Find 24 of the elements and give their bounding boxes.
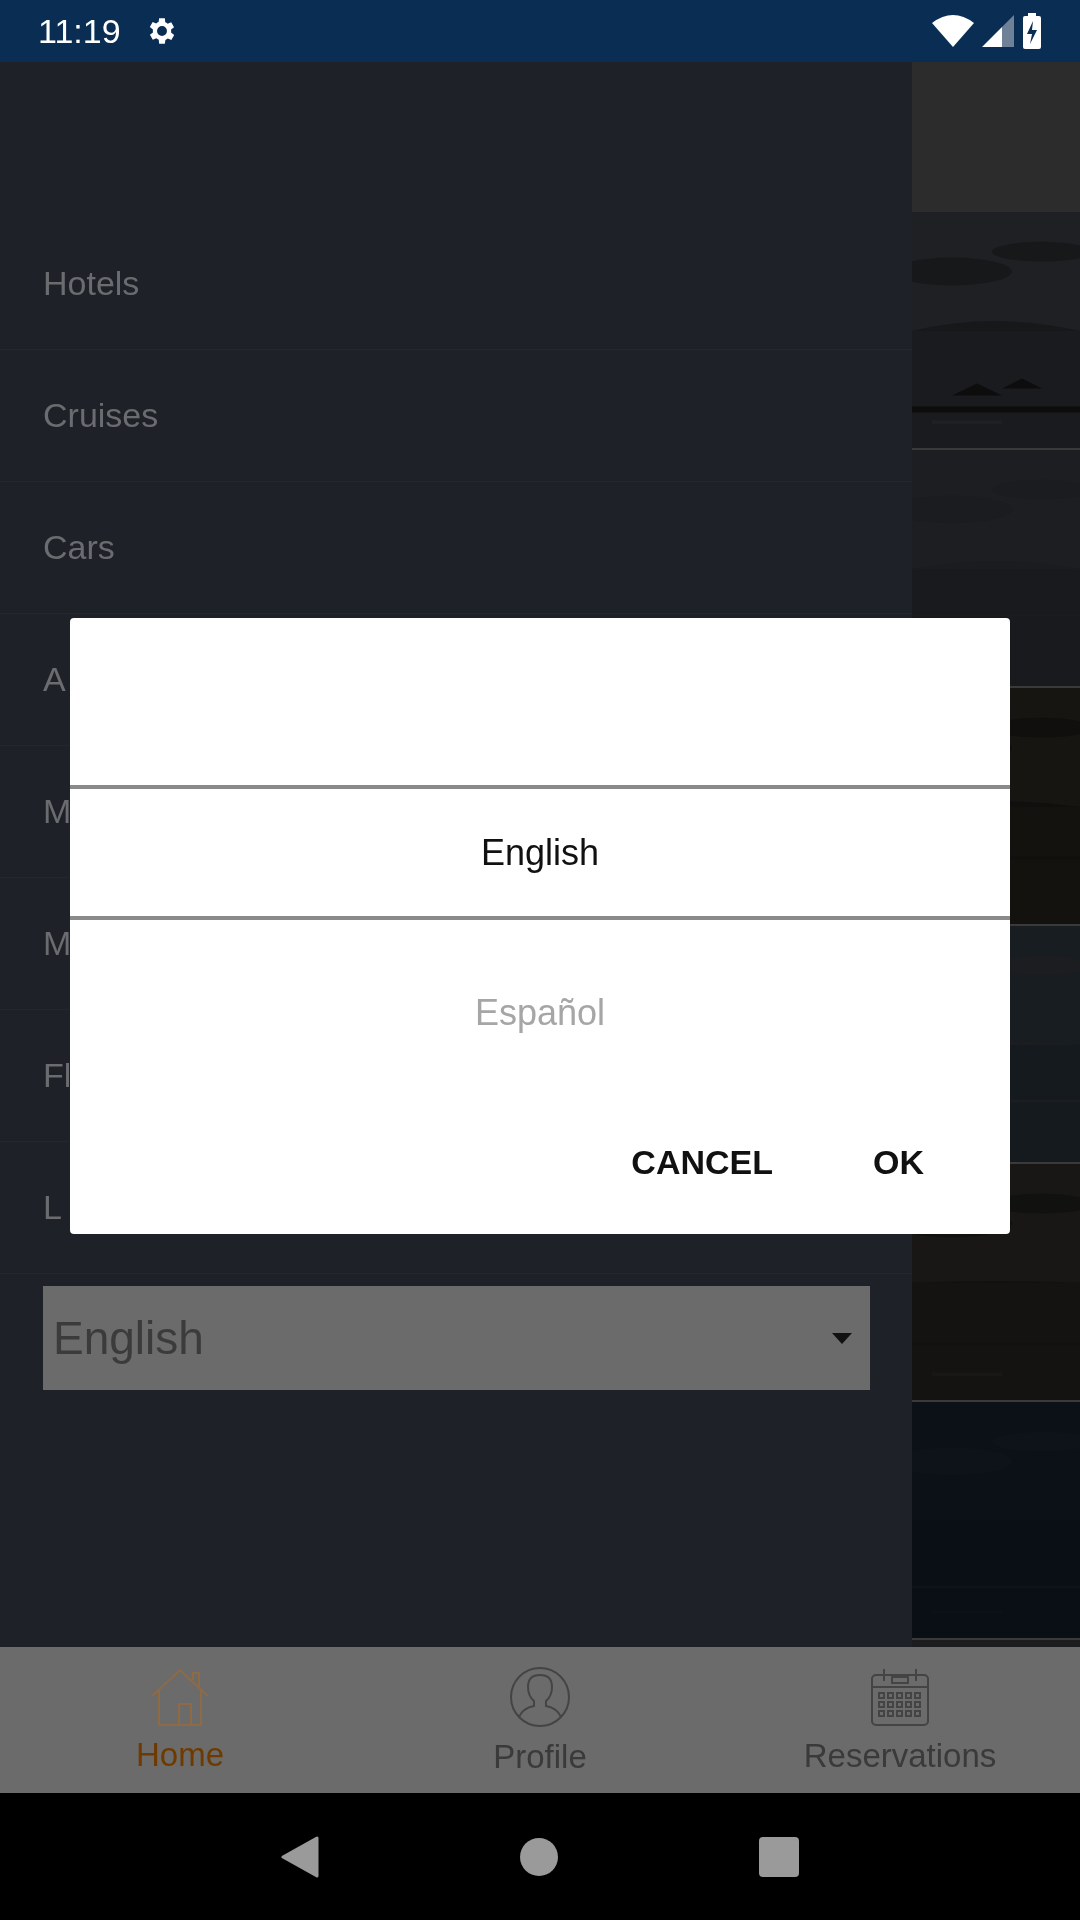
tab-item[interactable]: Home bbox=[0, 1647, 360, 1793]
menu-item[interactable]: L bbox=[43, 1182, 62, 1233]
menu-item[interactable]: Cars bbox=[43, 522, 115, 573]
battery-icon bbox=[1022, 13, 1042, 49]
calendar-icon bbox=[870, 1667, 930, 1728]
menu-item[interactable]: Hotels bbox=[43, 258, 140, 309]
recents-icon[interactable] bbox=[759, 1836, 800, 1877]
back-icon[interactable] bbox=[280, 1835, 319, 1878]
menu-item[interactable]: Fl bbox=[43, 1050, 72, 1101]
menu-item[interactable]: M bbox=[43, 786, 72, 837]
menu-item[interactable]: M bbox=[43, 918, 72, 969]
home-icon bbox=[150, 1668, 210, 1727]
language-option[interactable]: Español bbox=[474, 986, 606, 1040]
menu-item[interactable]: A bbox=[43, 654, 66, 705]
dialog-button[interactable]: CANCEL bbox=[601, 1126, 803, 1198]
clock: 11:19 bbox=[38, 10, 121, 52]
profile-icon bbox=[509, 1666, 571, 1729]
home-button-icon[interactable] bbox=[520, 1837, 558, 1876]
caret-icon bbox=[832, 1332, 852, 1344]
menu-item[interactable]: Cruises bbox=[43, 390, 159, 441]
signal-icon bbox=[982, 15, 1014, 47]
wifi-icon bbox=[932, 15, 974, 47]
language-option[interactable]: English bbox=[480, 825, 600, 880]
dialog-button[interactable]: OK bbox=[843, 1126, 954, 1198]
